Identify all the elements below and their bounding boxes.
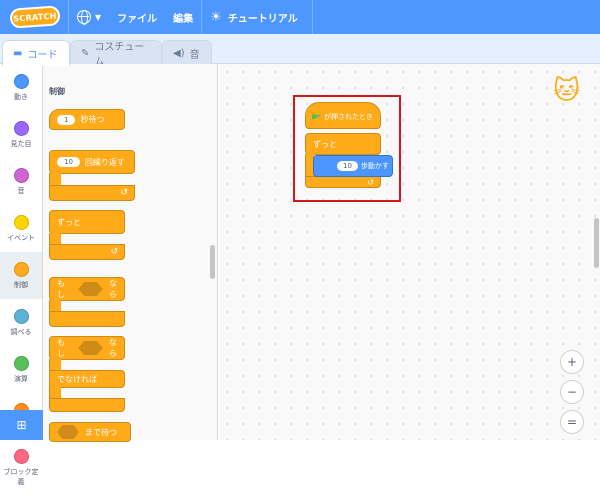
forever-block-label: ずっと	[57, 217, 81, 227]
category-dot	[13, 261, 29, 277]
scratch-logo[interactable]: SCRATCH	[9, 5, 61, 29]
category-label: イベント	[7, 233, 35, 242]
tab-code-label: コード	[27, 50, 58, 61]
repeat-block-label: 回繰り返す	[84, 157, 125, 167]
category-control[interactable]: 制御	[0, 252, 42, 299]
category-operators[interactable]: 演算	[0, 346, 42, 393]
file-menu[interactable]: ファイル	[109, 0, 165, 34]
category-label: 動き	[14, 92, 28, 101]
repeat-block[interactable]: 10 回繰り返す	[49, 150, 135, 174]
highlight-frame	[293, 95, 401, 202]
zoom-out-icon: −	[566, 385, 578, 399]
else-label: でなければ	[57, 374, 97, 384]
wait-until-label: まで待つ	[85, 427, 117, 437]
speaker-icon: ◀)	[173, 47, 185, 59]
brush-icon: ✎	[81, 47, 90, 59]
wait-until-block[interactable]: まで待つ	[49, 422, 131, 442]
forever-block-bottom: ↺	[49, 244, 125, 260]
category-label: 音	[17, 186, 25, 195]
repeat-block-bottom: ↺	[49, 185, 135, 201]
if-else-block-suffix: なら	[108, 338, 117, 358]
sprite-cat-icon: 🐱	[553, 76, 581, 106]
loop-arrow-icon: ↺	[120, 188, 128, 198]
if-block-bottom	[49, 311, 125, 327]
forever-block[interactable]: ずっと	[49, 210, 125, 234]
tutorial-label: チュートリアル	[227, 13, 298, 25]
condition-slot[interactable]	[78, 341, 103, 355]
add-extension-button[interactable]: ⊞	[0, 410, 43, 440]
zoom-out-button[interactable]: −	[560, 380, 584, 404]
zoom-reset-button[interactable]: =	[560, 410, 584, 434]
lightbulb-icon: ☀	[210, 9, 222, 25]
category-label: 見た目	[10, 139, 32, 148]
chevron-down-icon: ▼	[95, 12, 102, 22]
wait-seconds-input[interactable]: 1	[57, 114, 76, 125]
tab-sound-label: 音	[189, 49, 200, 61]
else-section: でなければ	[49, 370, 125, 388]
tutorial-menu[interactable]: ☀ チュートリアル	[202, 0, 306, 34]
tab-costume[interactable]: ✎ コスチューム	[70, 40, 162, 68]
category-sensing[interactable]: 調べる	[0, 299, 42, 346]
if-block[interactable]: もし なら	[49, 277, 125, 301]
zoom-in-icon: +	[566, 355, 578, 369]
loop-arrow-icon: ↺	[110, 247, 118, 257]
globe-icon	[77, 10, 91, 25]
condition-slot[interactable]	[78, 282, 103, 296]
repeat-count-input[interactable]: 10	[57, 157, 80, 167]
category-sound[interactable]: 音	[0, 158, 42, 205]
palette-section-title: 制御	[49, 87, 65, 96]
category-motion[interactable]: 動き	[0, 64, 42, 111]
script-workspace[interactable]	[219, 64, 600, 440]
editor-tabs: ▬ コード ✎ コスチューム ◀) 音	[0, 34, 600, 68]
category-dot	[13, 355, 29, 371]
menu-bar: SCRATCH ▼ ファイル 編集 ☀ チュートリアル	[0, 0, 600, 34]
if-else-block[interactable]: もし なら	[49, 336, 125, 360]
if-block-suffix: なら	[108, 279, 117, 299]
palette-scrollbar[interactable]	[210, 245, 215, 279]
if-else-block-prefix: もし	[57, 338, 65, 358]
category-my-blocks[interactable]: ブロック定義	[0, 440, 42, 496]
menu-divider	[311, 0, 313, 34]
category-events[interactable]: イベント	[0, 205, 42, 252]
category-dot	[13, 120, 29, 136]
category-looks[interactable]: 見た目	[0, 111, 42, 158]
category-dot	[13, 449, 29, 464]
category-label: 調べる	[10, 327, 32, 336]
if-else-block-bottom	[49, 398, 125, 412]
category-label: ブロック定義	[3, 468, 39, 486]
condition-slot[interactable]	[57, 425, 79, 439]
wait-block[interactable]: 1 秒待つ	[49, 109, 125, 130]
edit-menu[interactable]: 編集	[165, 0, 201, 34]
category-dot	[13, 73, 29, 89]
category-menu: 動き 見た目 音 イベント 制御 調べる 演算 変数 ブロック定義 ⊞	[0, 64, 43, 486]
if-block-prefix: もし	[57, 279, 65, 299]
category-dot	[13, 214, 29, 230]
zoom-in-button[interactable]: +	[560, 350, 584, 374]
workspace-scrollbar[interactable]	[594, 218, 599, 268]
code-icon: ▬	[13, 48, 23, 59]
category-dot	[13, 308, 29, 324]
category-dot	[13, 167, 29, 183]
category-label: 演算	[14, 374, 28, 383]
language-menu[interactable]: ▼	[69, 0, 109, 34]
zoom-reset-icon: =	[566, 415, 578, 429]
wait-block-label: 秒待つ	[80, 115, 105, 124]
tab-code[interactable]: ▬ コード	[2, 40, 70, 66]
tab-sound[interactable]: ◀) 音	[162, 40, 212, 65]
extension-icon: ⊞	[16, 418, 27, 432]
category-label: 制御	[14, 280, 28, 289]
